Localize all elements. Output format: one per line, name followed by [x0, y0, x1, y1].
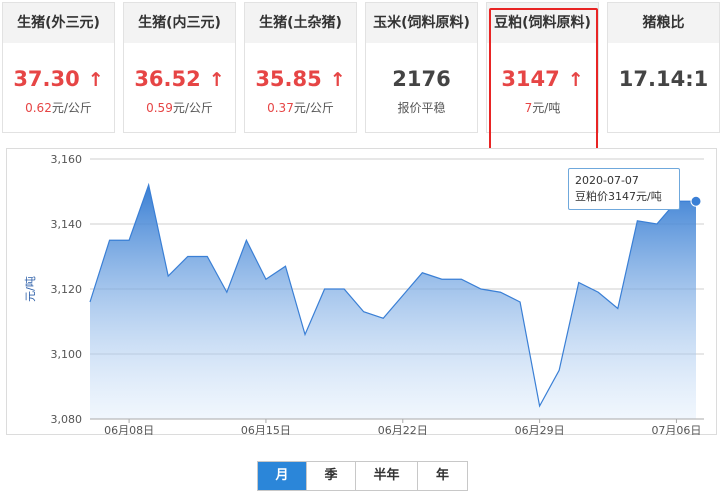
tooltip-date: 2020-07-07	[575, 174, 639, 187]
x-tick-label: 06月22日	[378, 424, 428, 435]
card-title: 生猪(外三元)	[3, 3, 114, 43]
card-change: 报价平稳	[366, 99, 477, 116]
up-arrow-icon: ↑	[329, 69, 346, 91]
card-title: 生猪(土杂猪)	[245, 3, 356, 43]
card-price: 37.30	[13, 67, 80, 91]
card-change: 0.62元/公斤	[3, 99, 114, 116]
change-unit: 报价平稳	[397, 101, 446, 115]
change-unit: 元/公斤	[172, 101, 213, 115]
selected-card-highlight	[489, 8, 598, 157]
tooltip-label: 豆粕价3147元/吨	[575, 190, 662, 203]
card-value: 36.52 ↑	[124, 65, 235, 93]
tab-half-year[interactable]: 半年	[356, 462, 418, 490]
card-value: 17.14:1	[608, 65, 719, 93]
card-price: 36.52	[134, 67, 201, 91]
tab-year[interactable]: 年	[418, 462, 467, 490]
card-change: 0.37元/公斤	[245, 99, 356, 116]
x-tick-label: 07月06日	[651, 424, 701, 435]
tab-quarter[interactable]: 季	[307, 462, 356, 490]
chart-tooltip: 2020-07-07 豆粕价3147元/吨	[568, 168, 680, 210]
card-value: 37.30 ↑	[3, 65, 114, 93]
series-area	[90, 185, 696, 419]
card-price: 17.14:1	[618, 67, 709, 91]
card-price: 2176	[392, 67, 451, 91]
tab-month[interactable]: 月	[258, 462, 307, 490]
card-value: 2176	[366, 65, 477, 93]
up-arrow-icon: ↑	[87, 69, 104, 91]
x-tick-label: 06月15日	[241, 424, 291, 435]
price-card-pig-local[interactable]: 生猪(土杂猪) 35.85 ↑ 0.37元/公斤	[244, 2, 357, 133]
y-tick-label: 3,080	[51, 413, 83, 426]
y-tick-label: 3,140	[51, 218, 83, 231]
change-unit: 元/公斤	[293, 101, 334, 115]
x-tick-label: 06月29日	[515, 424, 565, 435]
price-card-pig-grain-ratio[interactable]: 猪粮比 17.14:1	[607, 2, 720, 133]
card-title: 猪粮比	[608, 3, 719, 43]
period-tabs: 月 季 半年 年	[257, 461, 468, 491]
change-value: 0.59	[146, 101, 173, 115]
card-change: 0.59元/公斤	[124, 99, 235, 116]
card-price: 35.85	[255, 67, 322, 91]
y-axis-label: 元/吨	[24, 276, 37, 302]
price-card-pig-inner[interactable]: 生猪(内三元) 36.52 ↑ 0.59元/公斤	[123, 2, 236, 133]
y-tick-label: 3,100	[51, 348, 83, 361]
price-card-corn[interactable]: 玉米(饲料原料) 2176 报价平稳	[365, 2, 478, 133]
price-card-pig-outer[interactable]: 生猪(外三元) 37.30 ↑ 0.62元/公斤	[2, 2, 115, 133]
change-unit: 元/公斤	[51, 101, 92, 115]
card-title: 生猪(内三元)	[124, 3, 235, 43]
y-tick-label: 3,160	[51, 153, 83, 166]
y-tick-label: 3,120	[51, 283, 83, 296]
highlight-point	[690, 195, 702, 207]
change-value: 0.37	[267, 101, 294, 115]
change-value: 0.62	[25, 101, 52, 115]
card-value: 35.85 ↑	[245, 65, 356, 93]
up-arrow-icon: ↑	[208, 69, 225, 91]
x-tick-label: 06月08日	[104, 424, 154, 435]
card-title: 玉米(饲料原料)	[366, 3, 477, 43]
